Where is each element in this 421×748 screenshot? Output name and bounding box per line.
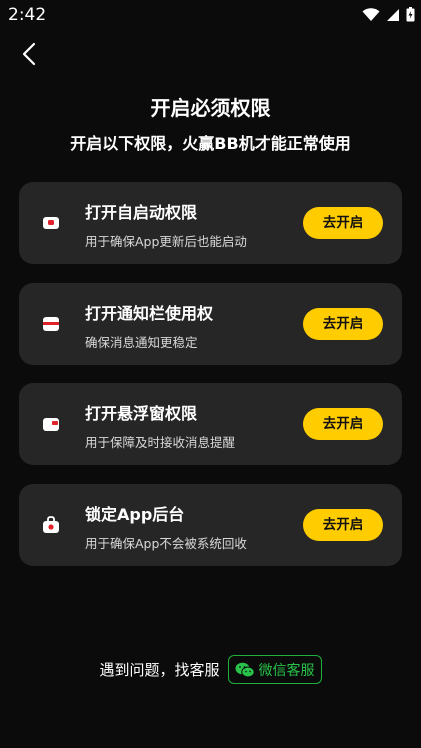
floating-window-icon — [41, 414, 61, 434]
lock-app-icon — [41, 515, 61, 535]
notification-icon — [41, 314, 61, 334]
autostart-icon — [41, 213, 61, 233]
permission-description: 确保消息通知更稳定 — [85, 335, 198, 350]
permission-description: 用于保障及时接收消息提醒 — [85, 435, 236, 450]
enable-notification-button[interactable]: 去开启 — [303, 308, 383, 340]
home-indicator — [0, 732, 421, 748]
wechat-icon — [235, 662, 255, 677]
enable-floating-window-button[interactable]: 去开启 — [303, 408, 383, 440]
customer-service-row: 遇到问题，找客服 微信客服 — [0, 655, 421, 684]
permission-description: 用于确保App不会被系统回收 — [85, 536, 247, 551]
status-bar: 2:42 — [0, 0, 421, 30]
permission-card-floating-window: 打开悬浮窗权限 用于保障及时接收消息提醒 去开启 — [19, 383, 402, 465]
permission-title: 打开通知栏使用权 — [85, 304, 214, 323]
permission-card-autostart: 打开自启动权限 用于确保App更新后也能启动 去开启 — [19, 182, 402, 264]
permission-description: 用于确保App更新后也能启动 — [85, 234, 247, 249]
status-time: 2:42 — [8, 5, 47, 25]
back-button[interactable] — [18, 42, 42, 66]
enable-autostart-button[interactable]: 去开启 — [303, 207, 383, 239]
chevron-left-icon — [22, 42, 36, 66]
permission-card-notification: 打开通知栏使用权 确保消息通知更稳定 去开启 — [19, 283, 402, 365]
page-subtitle: 开启以下权限，火赢BB机才能正常使用 — [70, 134, 351, 153]
permission-title: 锁定App后台 — [85, 505, 185, 524]
status-icons — [362, 7, 415, 22]
page-title: 开启必须权限 — [150, 96, 271, 120]
permission-title: 打开自启动权限 — [85, 203, 198, 222]
signal-icon — [387, 8, 399, 21]
lock-app-button[interactable]: 去开启 — [303, 509, 383, 541]
help-text: 遇到问题，找客服 — [99, 661, 220, 679]
battery-icon — [406, 7, 415, 22]
wechat-service-label: 微信客服 — [258, 662, 315, 679]
permission-card-lock-app: 锁定App后台 用于确保App不会被系统回收 去开启 — [19, 484, 402, 566]
wechat-service-button[interactable]: 微信客服 — [227, 655, 322, 684]
permission-title: 打开悬浮窗权限 — [85, 404, 198, 423]
wifi-icon — [362, 7, 380, 21]
